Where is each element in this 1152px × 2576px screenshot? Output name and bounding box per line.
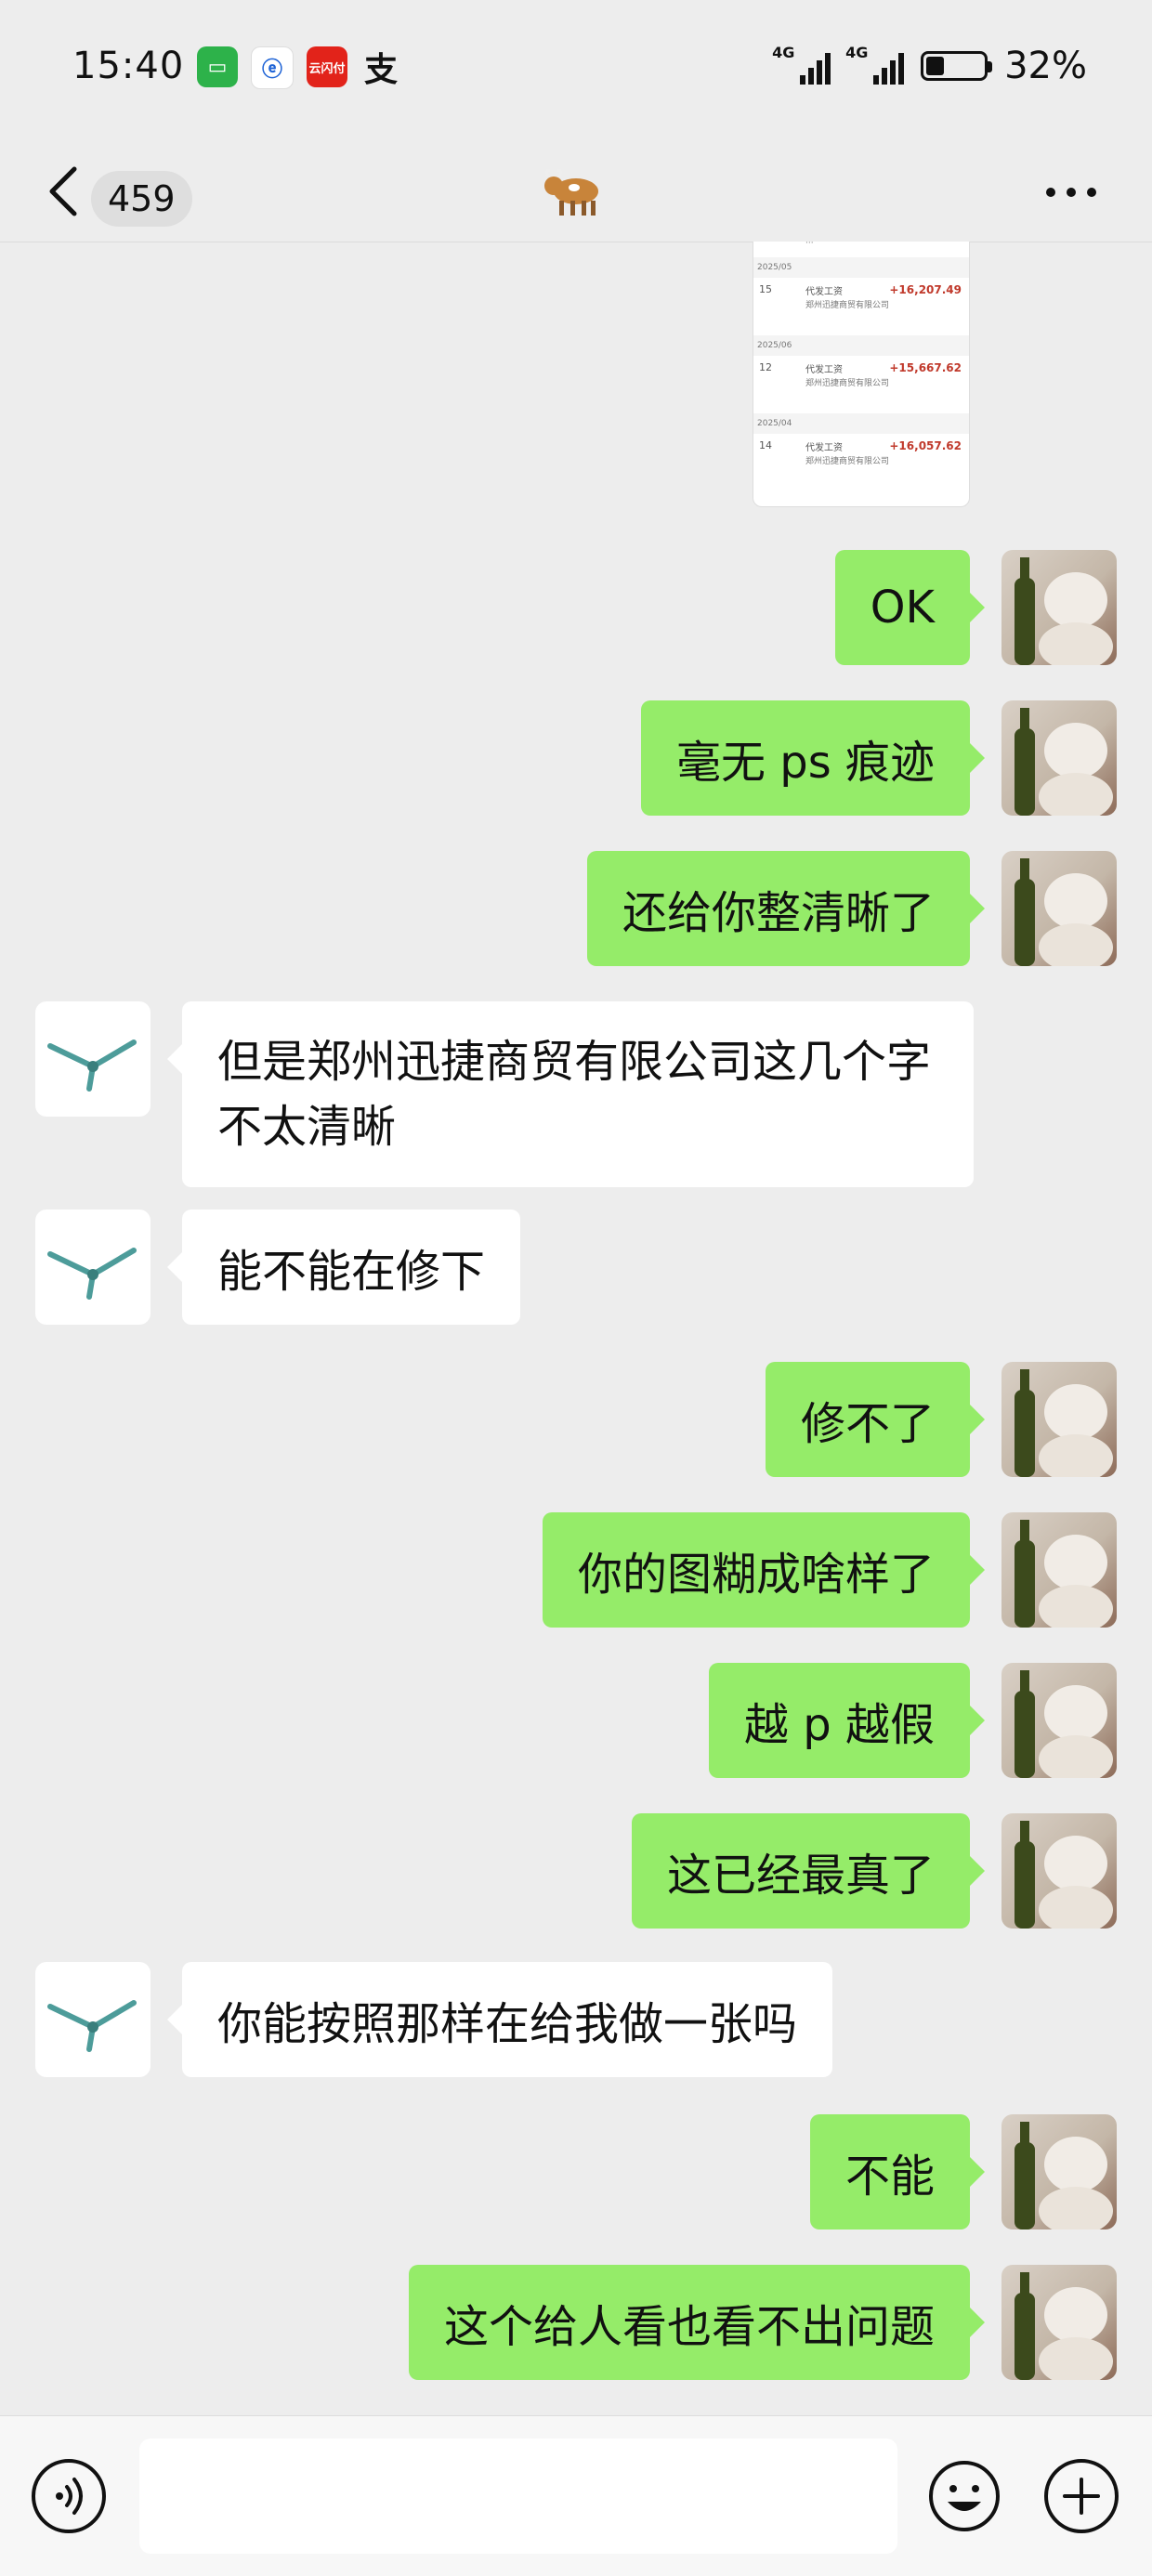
message-row: 还给你整清晰了 — [0, 851, 1152, 966]
voice-icon — [56, 2478, 83, 2515]
back-icon[interactable] — [45, 165, 82, 217]
messages-icon: ▭ — [197, 46, 238, 87]
message-row: 修不了 — [0, 1362, 1152, 1477]
avatar-self[interactable] — [1001, 1362, 1117, 1477]
receipt-row: 2025/04 14 代发工资 +16,057.62 郑州迅捷商贸有限公司 — [753, 413, 969, 491]
message-bubble-sent[interactable]: 越 p 越假 — [709, 1663, 985, 1778]
voice-input-button[interactable] — [32, 2459, 106, 2533]
signal-label: 4G — [845, 44, 869, 61]
message-bubble-sent[interactable]: 不能 — [809, 2114, 986, 2229]
avatar-self[interactable] — [1001, 1663, 1117, 1778]
message-row: 这已经最真了 — [0, 1813, 1152, 1929]
message-input[interactable] — [139, 2439, 897, 2554]
message-row: 你的图糊成啥样了 — [0, 1512, 1152, 1628]
signal-icon: 4G — [845, 44, 905, 85]
message-bubble-sent[interactable]: 这个给人看也看不出问题 — [408, 2265, 986, 2380]
message-row: 能不能在修下 — [0, 1210, 1152, 1325]
chat-area[interactable]: ··· 2025/05 15 代发工资 +16,207.49 郑州迅捷商贸有限公… — [0, 242, 1152, 2415]
plus-icon[interactable] — [1044, 2459, 1119, 2533]
avatar-self[interactable] — [1001, 700, 1117, 816]
message-bubble-sent[interactable]: 你的图糊成啥样了 — [542, 1512, 986, 1628]
message-row: 不能 — [0, 2114, 1152, 2229]
plus-glyph — [1063, 2478, 1100, 2515]
message-bubble-sent[interactable]: 还给你整清晰了 — [586, 851, 986, 966]
receipt-row: ··· — [805, 242, 814, 248]
avatar-self[interactable] — [1001, 2114, 1117, 2229]
battery-fill — [926, 57, 945, 75]
alipay-icon: 支 — [363, 51, 398, 89]
message-bubble-sent[interactable]: 这已经最真了 — [631, 1813, 986, 1929]
avatar-contact[interactable] — [35, 1001, 151, 1117]
emoji-icon[interactable] — [927, 2459, 1001, 2533]
message-bubble-received[interactable]: 但是郑州迅捷商贸有限公司这几个字不太清晰 — [167, 1001, 974, 1187]
chat-header: 459 — [0, 139, 1152, 242]
avatar-self[interactable] — [1001, 851, 1117, 966]
message-row: 越 p 越假 — [0, 1663, 1152, 1778]
status-time: 15:40 — [72, 45, 185, 87]
message-row: 毫无 ps 痕迹 — [0, 700, 1152, 816]
image-message-receipt[interactable]: ··· 2025/05 15 代发工资 +16,207.49 郑州迅捷商贸有限公… — [753, 242, 970, 507]
battery-icon — [921, 51, 993, 81]
signal-icon: 4G — [772, 44, 831, 85]
avatar-self[interactable] — [1001, 1813, 1117, 1929]
message-row: 但是郑州迅捷商贸有限公司这几个字不太清晰 — [0, 1001, 1152, 1187]
cow-icon — [544, 169, 598, 216]
avatar-self[interactable] — [1001, 1512, 1117, 1628]
message-bubble-sent[interactable]: 毫无 ps 痕迹 — [641, 700, 985, 816]
message-row: OK — [0, 550, 1152, 665]
avatar-self[interactable] — [1001, 550, 1117, 665]
message-bubble-sent[interactable]: 修不了 — [765, 1362, 986, 1477]
input-bar — [0, 2415, 1152, 2576]
status-right: 4G 4G 32% — [772, 44, 1087, 87]
avatar-contact[interactable] — [35, 1962, 151, 2077]
china-telecom-icon: ⓔ — [251, 46, 294, 89]
message-row: 这个给人看也看不出问题 — [0, 2265, 1152, 2380]
message-bubble-received[interactable]: 你能按照那样在给我做一张吗 — [166, 1962, 833, 2077]
message-bubble-received[interactable]: 能不能在修下 — [166, 1210, 521, 1325]
avatar-self[interactable] — [1001, 2265, 1117, 2380]
message-row: 你能按照那样在给我做一张吗 — [0, 1962, 1152, 2077]
message-bubble-sent[interactable]: OK — [834, 550, 986, 665]
receipt-row: 2025/06 12 代发工资 +15,667.62 郑州迅捷商贸有限公司 — [753, 335, 969, 413]
receipt-row: 2025/05 15 代发工资 +16,207.49 郑州迅捷商贸有限公司 — [753, 257, 969, 335]
yunshanfu-icon: 云闪付 — [307, 46, 347, 87]
unread-count-badge[interactable]: 459 — [91, 171, 192, 227]
more-options-icon[interactable] — [1046, 188, 1096, 197]
battery-percent: 32% — [1004, 45, 1087, 87]
signal-label: 4G — [772, 44, 795, 61]
avatar-contact[interactable] — [35, 1210, 151, 1325]
status-app-icons: ▭ ⓔ 云闪付 支 — [197, 46, 401, 89]
status-bar: 15:40 ▭ ⓔ 云闪付 支 4G 4G 32% — [0, 0, 1152, 139]
